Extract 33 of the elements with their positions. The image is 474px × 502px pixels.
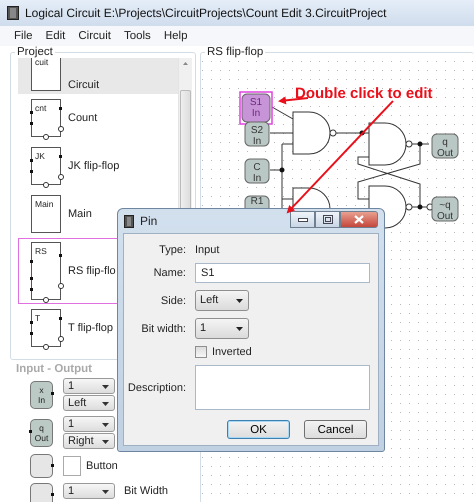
pin-label: In — [252, 173, 262, 184]
pin-label: In — [252, 136, 262, 147]
group-title: RS flip-flop — [206, 46, 264, 58]
pin-label: S2 — [250, 125, 264, 136]
annotation-text: Double click to edit — [295, 85, 433, 102]
circuit-symbol: RS — [31, 242, 61, 300]
section-title: Input - Output — [16, 363, 93, 375]
window-title: Logical Circuit E:\Projects\CircuitProjects\Count Edit 3.CircuitProject — [25, 6, 386, 20]
checkbox-label: Inverted — [212, 346, 252, 358]
pin-label: ~q — [439, 200, 451, 211]
pin-label: In — [252, 108, 260, 119]
circuit-symbol: cuit — [31, 58, 61, 91]
field-label: Bit width: — [140, 322, 186, 334]
pin-label: q — [39, 422, 44, 432]
circuit-symbol: T — [31, 309, 61, 347]
pin-label: R1 — [250, 196, 264, 207]
pin-label: Out — [34, 432, 48, 442]
circuit-symbol: Main — [31, 195, 61, 233]
circuit-symbol: cnt — [31, 99, 61, 137]
pin-label: In — [38, 394, 46, 404]
pin-label: Out — [436, 211, 454, 222]
field-label: Description: — [126, 382, 186, 394]
pin-label: Out — [436, 148, 454, 159]
field-label: Bit Width — [124, 485, 168, 497]
group-title: Project — [16, 46, 54, 58]
checkbox-label: Button — [86, 460, 118, 472]
pin-label: S1 — [250, 97, 262, 108]
pin-label: x — [39, 384, 44, 394]
pin-label: C — [253, 162, 261, 173]
field-value: Input — [195, 244, 220, 256]
circuit-symbol: JK — [31, 147, 61, 185]
dialog-title: Pin — [140, 214, 158, 228]
pin-label: q — [442, 137, 448, 148]
